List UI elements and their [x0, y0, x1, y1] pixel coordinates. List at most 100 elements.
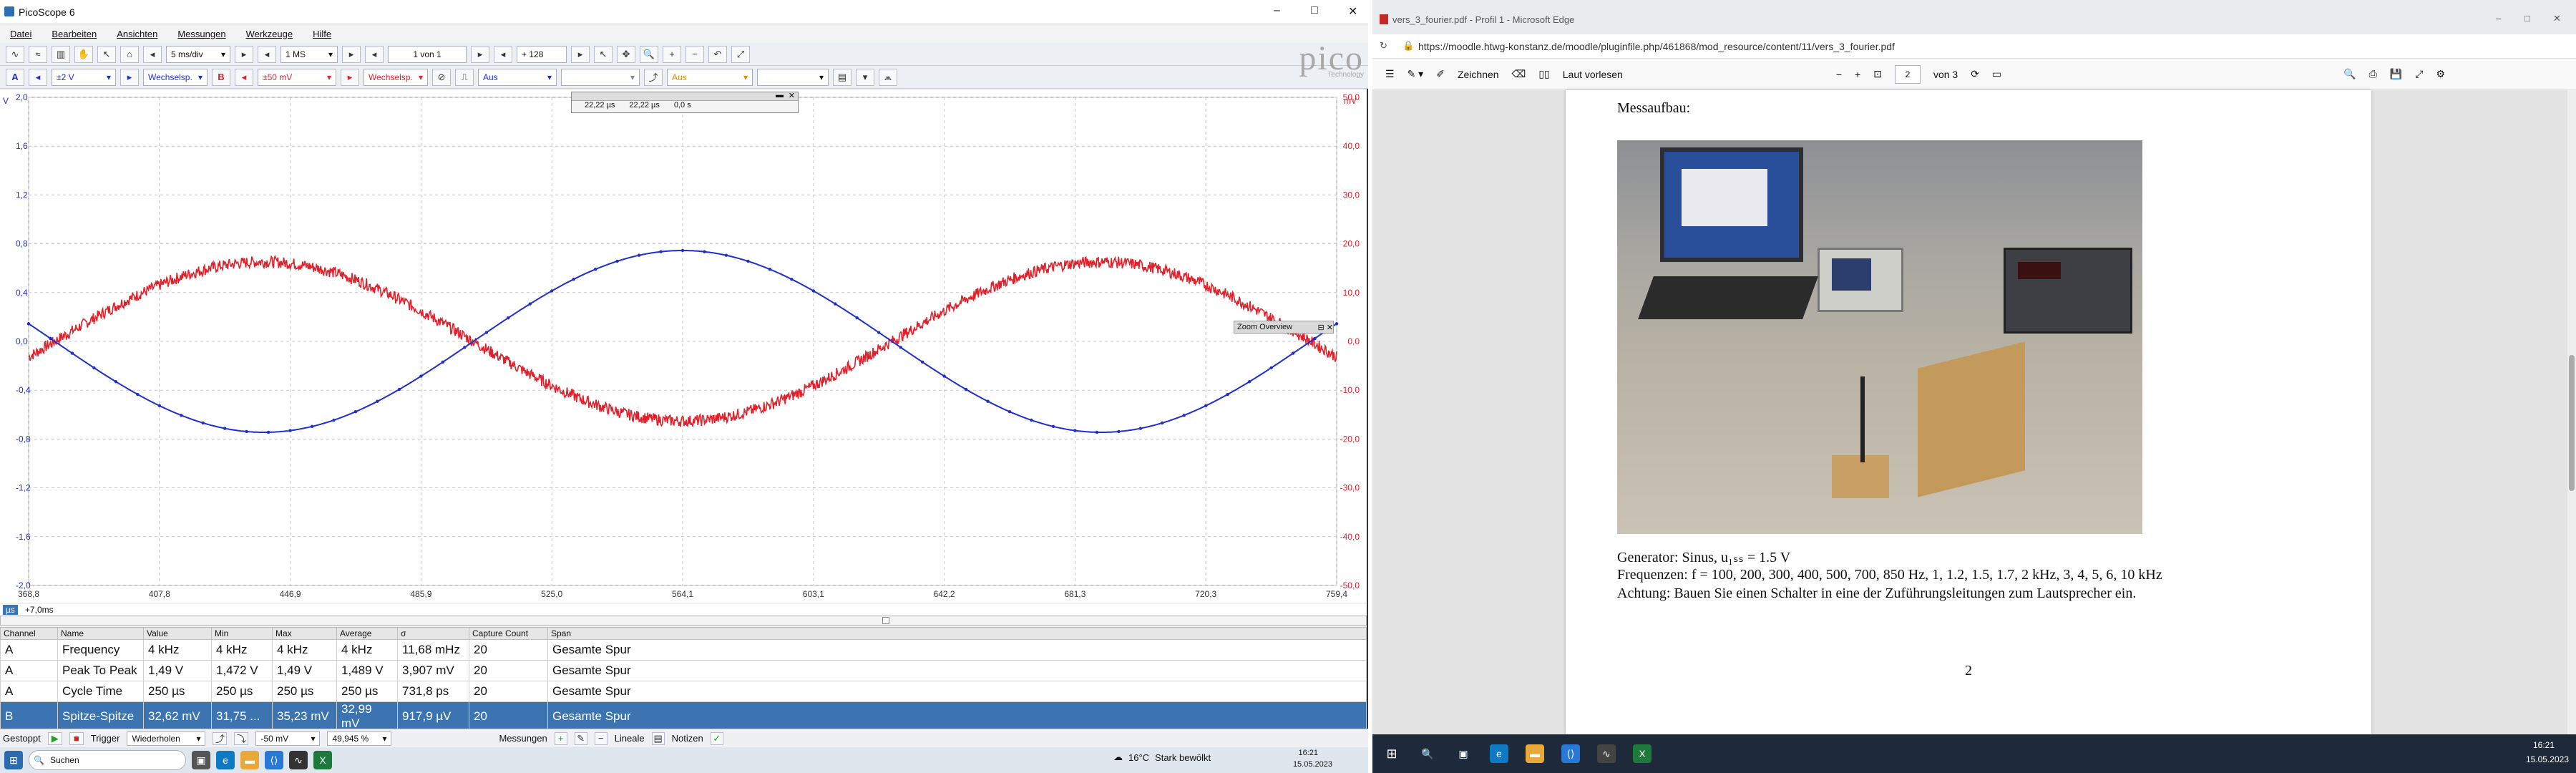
zoom-overview-close-icon[interactable]: ⊟ ✕	[1318, 323, 1334, 332]
trigger-icon[interactable]: ⎍	[455, 68, 474, 86]
edge-icon[interactable]: e	[216, 751, 235, 769]
stop-icon[interactable]: ■	[69, 731, 84, 745]
notes-icon[interactable]: ✓	[710, 731, 723, 745]
trigger-source-select[interactable]: ▾	[561, 68, 640, 86]
cursor-arrow-icon[interactable]: ↖	[594, 45, 613, 63]
ruler-close-icon[interactable]: ✕	[789, 91, 795, 100]
edge-icon-right[interactable]: e	[1490, 744, 1508, 763]
explorer-icon-right[interactable]: ▬	[1526, 744, 1544, 763]
print-icon[interactable]: ⎙	[2369, 68, 2377, 80]
hand-icon[interactable]: ✋	[74, 45, 93, 63]
page-number-input[interactable]: 2	[1894, 64, 1921, 84]
col-channel[interactable]: Channel	[0, 627, 58, 640]
close-icon[interactable]: ✕	[1348, 4, 1357, 19]
trigger-edge-falling-icon[interactable]: ⤵	[234, 731, 249, 745]
persistence-mode-icon[interactable]: ≈	[29, 45, 47, 63]
scope-view[interactable]: 2,0 1,6 1,2 0,8 0,4 0,0 -0,4 -0,8 -1,2 -1,6 -2,0 5…	[0, 90, 1367, 603]
url-field[interactable]: https://moodle.htwg-konstanz.de/moodle/p…	[1418, 41, 1895, 52]
col-average[interactable]: Average	[336, 627, 398, 640]
scope-mode-icon[interactable]: ∿	[6, 45, 24, 63]
pretrigger-input[interactable]: 49,945 % ▾	[327, 731, 392, 746]
menu-ansichten[interactable]: Ansichten	[117, 29, 157, 39]
edge-tab-title[interactable]: vers_3_fourier.pdf - Profil 1 - Microsof…	[1392, 14, 1574, 25]
run-icon[interactable]: ▶	[47, 731, 62, 745]
start-icon[interactable]: ⊞	[4, 751, 23, 769]
trigger-level-input[interactable]: -50 mV ▾	[255, 731, 321, 746]
horizontal-scrollbar[interactable]	[0, 616, 1367, 626]
excel-icon-right[interactable]: X	[1633, 744, 1652, 763]
timebase-left-icon[interactable]: ◂	[143, 45, 162, 63]
col-max[interactable]: Max	[272, 627, 337, 640]
channel-b-icon[interactable]: B	[212, 68, 230, 86]
trigger-select[interactable]: Wiederholen ▾	[127, 731, 206, 746]
vscode-icon[interactable]: ⟨⟩	[265, 751, 283, 769]
picoscope-taskbar-icon[interactable]: ∿	[289, 751, 308, 769]
capture-next-icon[interactable]: ▸	[471, 45, 489, 63]
col-span[interactable]: Span	[547, 627, 1367, 640]
col-sigma[interactable]: σ	[397, 627, 469, 640]
read-aloud-button[interactable]: Laut vorlesen	[1563, 69, 1623, 80]
samples-select[interactable]: 1 MS ▾	[280, 45, 338, 63]
math-icon[interactable]: ▾	[856, 68, 874, 86]
table-row-selected[interactable]: B Spitze-Spitze 32,62 mV 31,75 ... 35,23 mV 3…	[0, 701, 1367, 731]
highlight-icon[interactable]: ✎ ▾	[1407, 68, 1424, 80]
save-icon[interactable]: 💾	[2390, 68, 2402, 80]
menu-bearbeiten[interactable]: Bearbeiten	[52, 29, 97, 39]
ruler-legend[interactable]: ▬ ✕ 22,22 µs 22,22 µs 0,0 s	[571, 91, 799, 113]
taskbar-search[interactable]: 🔍 Suchen	[29, 750, 186, 770]
channel-b-next-icon[interactable]: ▸	[341, 68, 359, 86]
col-min[interactable]: Min	[211, 627, 273, 640]
fit-page-icon[interactable]: ⊡	[1873, 68, 1882, 80]
capture-prev-icon[interactable]: ◂	[365, 45, 384, 63]
edge-maximize-icon[interactable]: □	[2524, 13, 2530, 24]
add-measurement-icon[interactable]: +	[554, 731, 567, 745]
channel-a-coupling[interactable]: Wechselsp. ▾	[143, 68, 208, 86]
channel-a-range[interactable]: ±2 V ▾	[52, 68, 116, 86]
channel-a-icon[interactable]: A	[6, 68, 24, 86]
captures-prev-icon[interactable]: ◂	[494, 45, 512, 63]
channel-a-next-icon[interactable]: ▸	[120, 68, 139, 86]
rulers-label[interactable]: Lineale	[615, 733, 645, 744]
scrollbar-thumb[interactable]	[882, 617, 889, 624]
task-view-icon[interactable]: ▣	[192, 751, 210, 769]
col-name[interactable]: Name	[57, 627, 144, 640]
edge-minimize-icon[interactable]: –	[2496, 13, 2501, 24]
home-icon[interactable]: ⌂	[120, 45, 139, 63]
table-row[interactable]: A Frequency 4 kHz 4 kHz 4 kHz 4 kHz 11,68 mHz 2…	[0, 639, 1367, 661]
undo-zoom-icon[interactable]: ↶	[708, 45, 727, 63]
table-row[interactable]: A Peak To Peak 1,49 V 1,472 V 1,49 V 1,489 V3…	[0, 660, 1367, 681]
maximize-icon[interactable]: □	[1311, 4, 1318, 17]
signal-generator-icon[interactable]: ▤	[833, 68, 852, 86]
pdf-search-icon[interactable]: 🔍	[2343, 68, 2356, 80]
channel-b-coupling[interactable]: Wechselsp. ▾	[364, 68, 428, 86]
edge-close-icon[interactable]: ✕	[2553, 13, 2561, 24]
pointer-icon[interactable]: ↖	[97, 45, 116, 63]
vscode-icon-right[interactable]: ⟨⟩	[1561, 744, 1580, 763]
zoom-in-icon[interactable]: +	[663, 45, 681, 63]
channel-b-range[interactable]: ±50 mV ▾	[258, 68, 336, 86]
explorer-icon[interactable]: ▬	[240, 751, 259, 769]
contents-icon[interactable]: ☰	[1385, 68, 1395, 80]
col-value[interactable]: Value	[143, 627, 212, 640]
rotate-icon[interactable]: ⟳	[1971, 68, 1979, 80]
picoscope-icon-right[interactable]: ∿	[1597, 744, 1616, 763]
minimize-icon[interactable]: –	[1274, 4, 1280, 17]
trigger-edge-rising-icon[interactable]: ⤴	[213, 731, 228, 745]
two-page-icon[interactable]: ▭	[1992, 68, 2001, 80]
excel-icon[interactable]: X	[313, 751, 332, 769]
zoom-icon[interactable]: 🔍	[640, 45, 658, 63]
samples-left-icon[interactable]: ◂	[258, 45, 276, 63]
notes-label[interactable]: Notizen	[672, 733, 703, 744]
samples-right-icon[interactable]: ▸	[342, 45, 361, 63]
timebase-right-icon[interactable]: ▸	[235, 45, 253, 63]
zoom-out-pdf-icon[interactable]: −	[1836, 69, 1842, 80]
zoom-overview-panel[interactable]: Zoom Overview ⊟ ✕	[1234, 321, 1334, 334]
draw-icon[interactable]: ✐	[1436, 68, 1445, 80]
pan-icon[interactable]: ✥	[617, 45, 635, 63]
zoom-fit-icon[interactable]: ⤢	[731, 45, 750, 63]
eraser-icon[interactable]: ⌫	[1512, 68, 1526, 80]
reference-icon[interactable]: ⩕	[879, 68, 897, 86]
refresh-icon[interactable]: ↻	[1380, 40, 1387, 52]
menu-messungen[interactable]: Messungen	[177, 29, 225, 39]
menu-hilfe[interactable]: Hilfe	[313, 29, 331, 39]
